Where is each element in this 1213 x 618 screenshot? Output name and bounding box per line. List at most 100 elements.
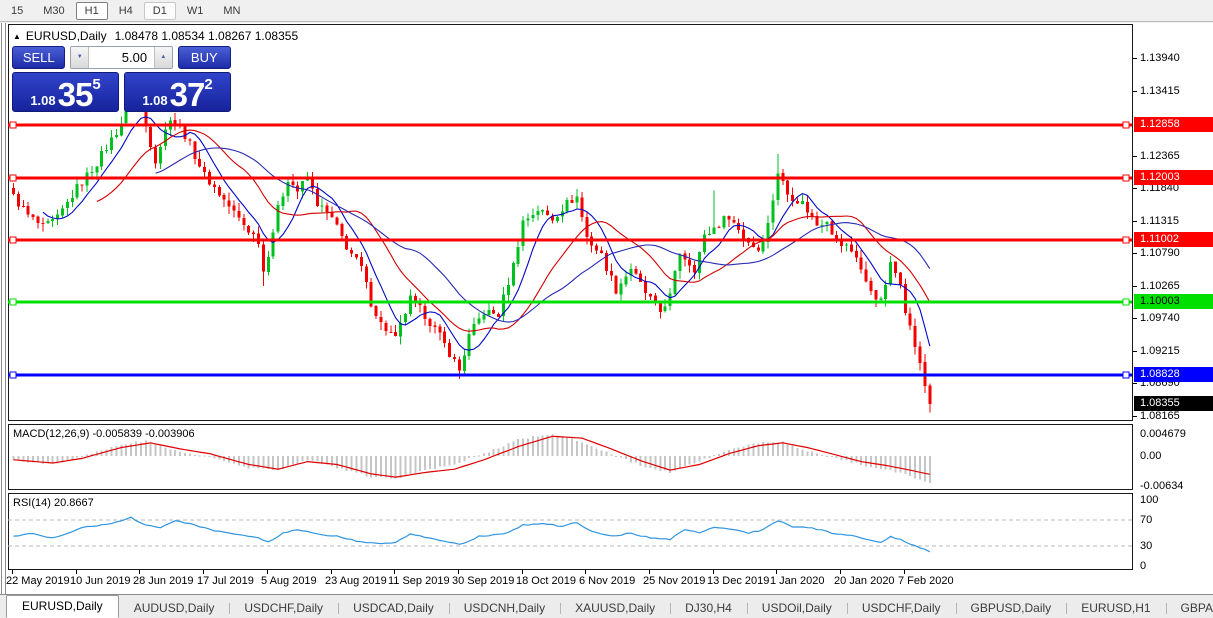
rsi-pane-canvas[interactable] <box>0 493 1213 570</box>
time-tick-label: 11 Sep 2019 <box>388 575 450 587</box>
time-tick-label: 23 Aug 2019 <box>325 575 387 587</box>
level-price-label: 1.10003 <box>1134 294 1213 309</box>
price-tick-label: 1.09740 <box>1140 312 1180 324</box>
macd-axis-label: -0.00634 <box>1140 480 1184 492</box>
price-tick-mark <box>1133 253 1137 254</box>
time-tick-mark <box>904 570 905 574</box>
chart-tab-xauusd-daily[interactable]: XAUUSD,Daily <box>560 599 670 618</box>
rsi-indicator-label: RSI(14) 20.8667 <box>13 497 94 509</box>
level-price-label: 1.12858 <box>1134 117 1213 132</box>
price-tick-mark <box>1133 221 1137 222</box>
time-tick-mark <box>139 570 140 574</box>
price-tick-mark <box>1133 351 1137 352</box>
time-tick-label: 17 Jul 2019 <box>197 575 254 587</box>
chart-tab-audusd-daily[interactable]: AUDUSD,Daily <box>119 599 230 618</box>
chart-tab-usdcnh-daily[interactable]: USDCNH,Daily <box>448 599 560 618</box>
chart-tab-usdoil-daily[interactable]: USDOil,Daily <box>746 599 847 618</box>
time-tick-label: 28 Jun 2019 <box>133 575 194 587</box>
volume-decrease-icon[interactable]: ▼ <box>71 47 89 68</box>
level-price-label: 1.08828 <box>1134 367 1213 382</box>
sell-price-sup: 5 <box>92 76 101 93</box>
time-tick-mark <box>267 570 268 574</box>
buy-price-sup: 2 <box>204 76 213 93</box>
time-tick-mark <box>522 570 523 574</box>
price-tick-mark <box>1133 286 1137 287</box>
chart-tab-usdcad-daily[interactable]: USDCAD,Daily <box>338 599 449 618</box>
timeframe-button-d1[interactable]: D1 <box>143 1 176 20</box>
price-tick-label: 1.10790 <box>1140 247 1180 259</box>
timeframe-button-15[interactable]: 15 <box>2 2 32 20</box>
sell-price-big: 35 <box>57 76 94 113</box>
time-tick-label: 10 Jun 2019 <box>70 575 131 587</box>
level-price-label: 1.11002 <box>1134 232 1213 247</box>
sell-quote-panel[interactable]: 1.08 35 5 <box>12 72 119 112</box>
price-tick-mark <box>1133 91 1137 92</box>
time-tick-label: 30 Sep 2019 <box>452 575 515 587</box>
volume-stepper: ▼ 5.00 ▲ <box>70 46 173 69</box>
time-tick-label: 18 Oct 2019 <box>516 575 576 587</box>
price-tick-label: 1.09215 <box>1140 345 1180 357</box>
chart-ohlc-values: 1.08478 1.08534 1.08267 1.08355 <box>114 29 299 43</box>
chart-tab-gbpaud-h1[interactable]: GBPAUD,H1 <box>1165 599 1213 618</box>
time-tick-mark <box>458 570 459 574</box>
time-tick-mark <box>331 570 332 574</box>
timeframe-button-w1[interactable]: W1 <box>178 2 213 20</box>
one-click-trading-widget: SELL ▼ 5.00 ▲ BUY 1.08 35 5 1.08 37 2 <box>12 46 232 112</box>
price-tick-label: 1.13940 <box>1140 52 1180 64</box>
time-tick-mark <box>585 570 586 574</box>
time-tick-mark <box>12 570 13 574</box>
price-tick-mark <box>1133 383 1137 384</box>
volume-field[interactable]: 5.00 <box>88 47 155 68</box>
buy-button[interactable]: BUY <box>177 46 232 69</box>
price-tick-label: 1.11315 <box>1140 215 1179 227</box>
buy-price-big: 37 <box>169 76 206 113</box>
buy-quote-panel[interactable]: 1.08 37 2 <box>124 72 231 112</box>
time-tick-label: 20 Jan 2020 <box>834 575 895 587</box>
timeframe-button-m30[interactable]: M30 <box>34 2 73 20</box>
price-tick-label: 1.12365 <box>1140 150 1180 162</box>
rsi-axis-label: 0 <box>1140 560 1147 572</box>
chart-tab-bar: EURUSD,Daily AUDUSD,Daily USDCHF,Daily USDC… <box>0 595 1213 618</box>
price-tick-label: 1.13415 <box>1140 85 1180 97</box>
chart-tab-eurusd-daily[interactable]: EURUSD,Daily <box>6 595 119 618</box>
level-price-label: 1.12003 <box>1134 170 1213 185</box>
time-tick-mark <box>840 570 841 574</box>
chart-tab-eurusd-h1[interactable]: EURUSD,H1 <box>1066 599 1165 618</box>
chart-tab-usdchf-daily[interactable]: USDCHF,Daily <box>846 599 956 618</box>
price-tick-mark <box>1133 318 1137 319</box>
time-tick-label: 5 Aug 2019 <box>261 575 317 587</box>
timeframe-button-mn[interactable]: MN <box>214 2 249 20</box>
time-tick-mark <box>76 570 77 574</box>
timeframe-button-h1[interactable]: H1 <box>75 1 108 20</box>
time-tick-label: 25 Nov 2019 <box>643 575 706 587</box>
time-tick-label: 13 Dec 2019 <box>707 575 770 587</box>
chart-symbol-period: EURUSD,Daily <box>25 29 107 43</box>
time-tick-label: 22 May 2019 <box>6 575 70 587</box>
timeframe-button-h4[interactable]: H4 <box>110 2 142 20</box>
time-tick-mark <box>713 570 714 574</box>
sell-price-prefix: 1.08 <box>30 93 56 108</box>
buy-price-prefix: 1.08 <box>142 93 168 108</box>
collapse-triangle-icon[interactable]: ▲ <box>13 32 21 41</box>
rsi-axis-label: 70 <box>1140 514 1153 526</box>
chart-tab-gbpusd-daily[interactable]: GBPUSD,Daily <box>955 599 1067 618</box>
price-tick-label: 1.08165 <box>1140 410 1180 422</box>
chart-tab-dj30-h4[interactable]: DJ30,H4 <box>670 599 747 618</box>
macd-axis-label: 0.00 <box>1140 450 1162 462</box>
time-tick-mark <box>776 570 777 574</box>
price-tick-label: 1.10265 <box>1140 280 1180 292</box>
chart-tab-usdchf-daily[interactable]: USDCHF,Daily <box>229 599 338 618</box>
time-tick-label: 1 Jan 2020 <box>770 575 825 587</box>
price-tick-mark <box>1133 156 1137 157</box>
price-tick-mark <box>1133 58 1137 59</box>
time-tick-mark <box>649 570 650 574</box>
macd-indicator-label: MACD(12,26,9) -0.005839 -0.003906 <box>13 428 195 440</box>
time-tick-mark <box>394 570 395 574</box>
volume-increase-icon[interactable]: ▲ <box>154 47 172 68</box>
price-tick-mark <box>1133 416 1137 417</box>
macd-axis-label: 0.004679 <box>1140 428 1186 440</box>
sell-button[interactable]: SELL <box>12 46 66 69</box>
time-tick-mark <box>203 570 204 574</box>
timeframe-toolbar: 15 M30 H1 H4 D1 W1 MN <box>0 0 1213 22</box>
rsi-axis-label: 30 <box>1140 540 1153 552</box>
